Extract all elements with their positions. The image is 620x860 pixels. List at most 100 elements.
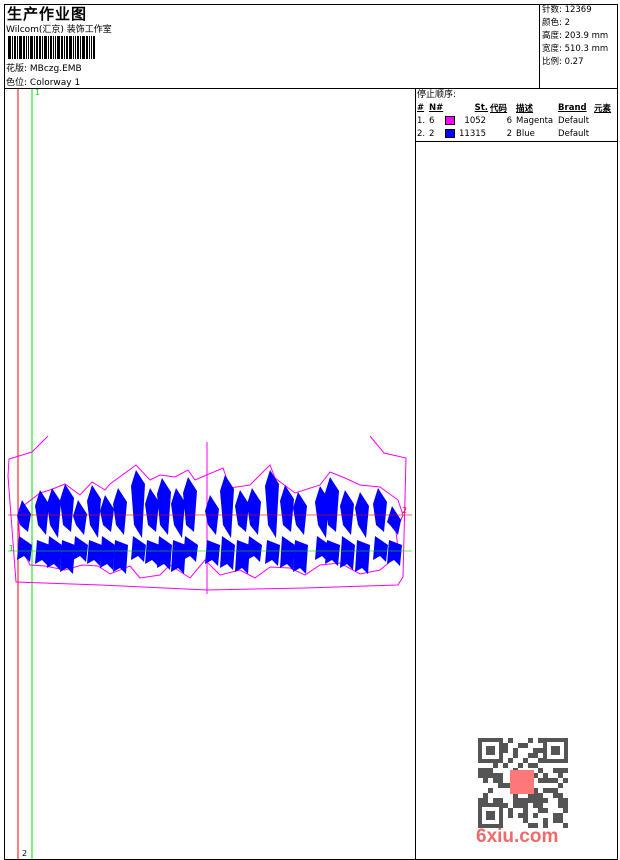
row-index: 2. xyxy=(417,128,426,139)
blue-spike xyxy=(325,540,340,566)
col-code: 代码 xyxy=(490,103,508,114)
blue-spike xyxy=(265,470,279,538)
qr-module xyxy=(508,808,513,813)
qr-module xyxy=(503,763,508,768)
blue-spike xyxy=(373,488,387,532)
qr-module xyxy=(498,778,503,783)
qr-module xyxy=(508,758,513,763)
qr-module xyxy=(558,793,563,798)
qr-finder-center xyxy=(486,811,495,820)
blue-spike xyxy=(113,540,128,574)
blue-spike xyxy=(131,470,145,538)
stitch-count: 针数: 12369 xyxy=(542,5,592,15)
qr-module xyxy=(533,763,538,768)
col-description: 描述 xyxy=(516,103,534,114)
marker-bottom: 2 xyxy=(22,849,27,858)
blue-spike xyxy=(205,540,220,566)
blue-spike xyxy=(100,536,115,570)
qr-module xyxy=(498,773,503,778)
qr-module xyxy=(553,813,558,818)
qr-module xyxy=(513,753,518,758)
qr-module xyxy=(533,753,538,758)
qr-module xyxy=(553,793,558,798)
qr-module xyxy=(483,768,488,773)
qr-module xyxy=(558,783,563,788)
qr-module xyxy=(518,743,523,748)
design-width: 宽度: 510.3 mm xyxy=(542,44,609,54)
row-code: 2 xyxy=(506,128,513,139)
qr-module xyxy=(558,803,563,808)
qr-module xyxy=(563,768,568,773)
row-swatch xyxy=(445,114,459,127)
col-element: 元素 xyxy=(594,103,612,114)
qr-module xyxy=(508,813,513,818)
qr-module xyxy=(553,788,558,793)
blue-spike xyxy=(157,478,171,535)
qr-module xyxy=(483,793,488,798)
table-row: 2. 2 11315 2 Blue Default xyxy=(417,127,617,140)
col-index: # xyxy=(417,102,425,113)
qr-module xyxy=(513,798,518,803)
blue-spike xyxy=(387,540,402,566)
info-box: 针数: 12369 颜色: 2 高度: 203.9 mm 宽度: 510.3 m… xyxy=(539,4,618,88)
blue-spike xyxy=(171,488,185,538)
design-height: 高度: 203.9 mm xyxy=(542,31,609,41)
qr-module xyxy=(558,773,563,778)
qr-module xyxy=(483,778,488,783)
blue-spike xyxy=(73,536,88,562)
qr-module xyxy=(528,763,533,768)
blue-spike xyxy=(47,488,61,538)
row-description: Magenta xyxy=(516,115,554,126)
blue-spike xyxy=(100,495,114,532)
qr-module xyxy=(493,778,498,783)
marker-red-right: 2 xyxy=(402,506,407,515)
qr-module xyxy=(543,808,548,813)
qr-module xyxy=(523,813,528,818)
blue-spike xyxy=(157,536,172,570)
qr-module xyxy=(538,758,543,763)
col-brand: Brand xyxy=(558,102,587,113)
qr-module xyxy=(528,798,533,803)
qr-module xyxy=(528,738,533,743)
qr-module xyxy=(488,788,493,793)
blue-spike xyxy=(265,540,280,566)
row-code: 6 xyxy=(506,115,513,126)
blue-spike xyxy=(113,488,127,535)
qr-module xyxy=(523,818,528,823)
qr-module xyxy=(478,798,483,803)
qr-module xyxy=(553,818,558,823)
qr-module xyxy=(498,783,503,788)
qr-module xyxy=(538,803,543,808)
qr-module xyxy=(543,773,548,778)
blue-spike xyxy=(87,540,102,566)
qr-module xyxy=(538,808,543,813)
qr-module xyxy=(558,813,563,818)
blue-spike xyxy=(183,477,197,532)
table-row: 1. 6 1052 6 Magenta Default xyxy=(417,114,617,127)
qr-finder-center xyxy=(551,746,560,755)
color-swatch-blue xyxy=(445,128,455,138)
qr-module xyxy=(493,798,498,803)
row-brand: Default xyxy=(558,115,590,126)
qr-module xyxy=(543,788,548,793)
qr-module xyxy=(483,773,488,778)
qr-module xyxy=(543,818,548,823)
blue-spike xyxy=(293,492,307,535)
row-swatch xyxy=(445,127,459,140)
marker-green-top: 1 xyxy=(35,88,40,97)
qr-module xyxy=(563,803,568,808)
blue-spike xyxy=(17,536,32,562)
design-scale: 比例: 0.27 xyxy=(542,57,584,67)
qr-module xyxy=(478,773,483,778)
qr-module xyxy=(548,788,553,793)
qr-module xyxy=(533,798,538,803)
table-header: # N# St. 代码 描述 Brand 元素 xyxy=(417,101,617,114)
qr-module xyxy=(523,798,528,803)
seal-stamp xyxy=(510,770,534,794)
blue-spike xyxy=(131,536,146,562)
qr-module xyxy=(523,803,528,808)
qr-module xyxy=(558,768,563,773)
blue-spike xyxy=(73,500,87,535)
qr-module xyxy=(533,803,538,808)
qr-module xyxy=(518,803,523,808)
